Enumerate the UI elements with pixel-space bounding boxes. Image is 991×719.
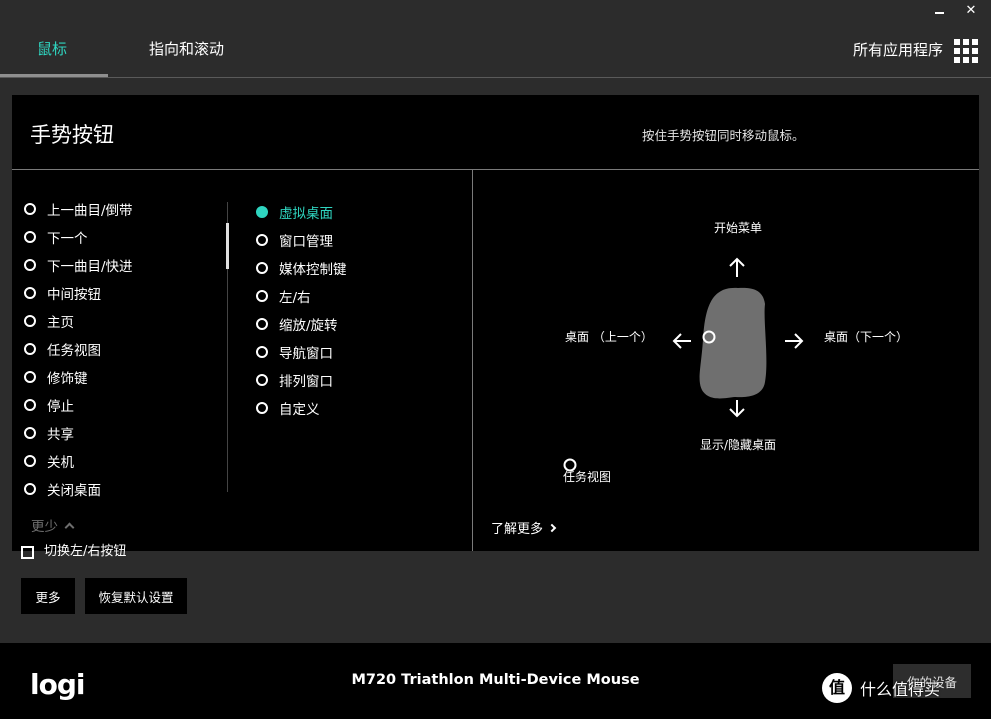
- apps-grid-icon[interactable]: [954, 39, 978, 63]
- radio-icon: [24, 259, 36, 271]
- gesture-diagram: 开始菜单 桌面 （上一个） 桌面（下一个） 显示/隐藏桌面 任务视图 了解更多: [473, 170, 979, 551]
- chevron-up-icon: [64, 522, 75, 533]
- gesture-right-label: 桌面（下一个）: [824, 330, 909, 344]
- restore-defaults-button[interactable]: 恢复默认设置: [85, 578, 187, 614]
- top-nav: 鼠标 指向和滚动 所有应用程序: [0, 0, 991, 78]
- scrollbar-thumb[interactable]: [226, 223, 229, 269]
- gesture-down-label: 显示/隐藏桌面: [700, 438, 777, 452]
- arrow-up-icon: [729, 257, 745, 277]
- option-modifier[interactable]: 修饰键: [24, 363, 133, 391]
- radio-icon: [256, 318, 268, 330]
- radio-icon: [24, 287, 36, 299]
- watermark-logo-icon: 值: [822, 673, 852, 703]
- gesture-up-label: 开始菜单: [714, 221, 763, 235]
- option-zoom-rotate[interactable]: 缩放/旋转: [256, 310, 347, 338]
- option-task-view[interactable]: 任务视图: [24, 335, 133, 363]
- tab-point-and-scroll[interactable]: 指向和滚动: [149, 38, 224, 59]
- swap-buttons-checkbox[interactable]: [21, 546, 34, 559]
- footer-bar: logi M720 Triathlon Multi-Device Mouse 你…: [0, 643, 991, 719]
- more-button[interactable]: 更多: [21, 578, 75, 614]
- nav-divider: [0, 77, 991, 78]
- radio-icon: [24, 315, 36, 327]
- option-stop[interactable]: 停止: [24, 391, 133, 419]
- option-custom[interactable]: 自定义: [256, 394, 347, 422]
- option-close-desktop[interactable]: 关闭桌面: [24, 475, 133, 503]
- radio-icon: [24, 427, 36, 439]
- show-less-button[interactable]: 更少: [31, 515, 75, 535]
- sub-action-list: 虚拟桌面 窗口管理 媒体控制键 左/右 缩放/旋转 导航窗口 排列窗口 自定义: [256, 198, 347, 422]
- radio-icon: [256, 234, 268, 246]
- option-window-management[interactable]: 窗口管理: [256, 226, 347, 254]
- radio-icon: [256, 346, 268, 358]
- all-apps-label[interactable]: 所有应用程序: [853, 39, 943, 60]
- radio-icon: [24, 483, 36, 495]
- gesture-click-label: 任务视图: [563, 470, 612, 484]
- radio-icon: [24, 455, 36, 467]
- gesture-panel: 手势按钮 按住手势按钮同时移动鼠标。 上一曲目/倒带 下一个 下一曲目/快进 中…: [12, 95, 979, 551]
- arrow-right-icon: [785, 333, 804, 349]
- tab-mouse[interactable]: 鼠标: [37, 38, 67, 59]
- radio-icon: [256, 290, 268, 302]
- option-share[interactable]: 共享: [24, 419, 133, 447]
- option-home[interactable]: 主页: [24, 307, 133, 335]
- panel-title: 手势按钮: [30, 123, 114, 147]
- radio-selected-icon: [256, 206, 268, 218]
- watermark-text: 什么值得买: [860, 680, 941, 699]
- option-shutdown[interactable]: 关机: [24, 447, 133, 475]
- arrow-down-icon: [729, 400, 745, 418]
- learn-more-link[interactable]: 了解更多: [491, 518, 557, 537]
- radio-icon: [256, 374, 268, 386]
- radio-icon: [256, 402, 268, 414]
- option-left-right[interactable]: 左/右: [256, 282, 347, 310]
- option-navigate-windows[interactable]: 导航窗口: [256, 338, 347, 366]
- option-middle-button[interactable]: 中间按钮: [24, 279, 133, 307]
- chevron-right-icon: [547, 523, 557, 532]
- action-list: 上一曲目/倒带 下一个 下一曲目/快进 中间按钮 主页 任务视图 修饰键 停止 …: [24, 195, 133, 503]
- radio-icon: [24, 399, 36, 411]
- option-media-keys[interactable]: 媒体控制键: [256, 254, 347, 282]
- radio-icon: [256, 262, 268, 274]
- option-virtual-desktop[interactable]: 虚拟桌面: [256, 198, 347, 226]
- option-next-track[interactable]: 下一曲目/快进: [24, 251, 133, 279]
- option-prev-track[interactable]: 上一曲目/倒带: [24, 195, 133, 223]
- radio-icon: [24, 371, 36, 383]
- radio-icon: [24, 231, 36, 243]
- gesture-left-label: 桌面 （上一个）: [565, 330, 653, 344]
- swap-buttons-label: 切换左/右按钮: [44, 544, 127, 559]
- swap-buttons-row[interactable]: 切换左/右按钮: [21, 541, 126, 559]
- radio-icon: [24, 343, 36, 355]
- option-next[interactable]: 下一个: [24, 223, 133, 251]
- option-arrange-windows[interactable]: 排列窗口: [256, 366, 347, 394]
- panel-hint: 按住手势按钮同时移动鼠标。: [642, 128, 805, 143]
- radio-icon: [24, 203, 36, 215]
- arrow-left-icon: [672, 333, 691, 349]
